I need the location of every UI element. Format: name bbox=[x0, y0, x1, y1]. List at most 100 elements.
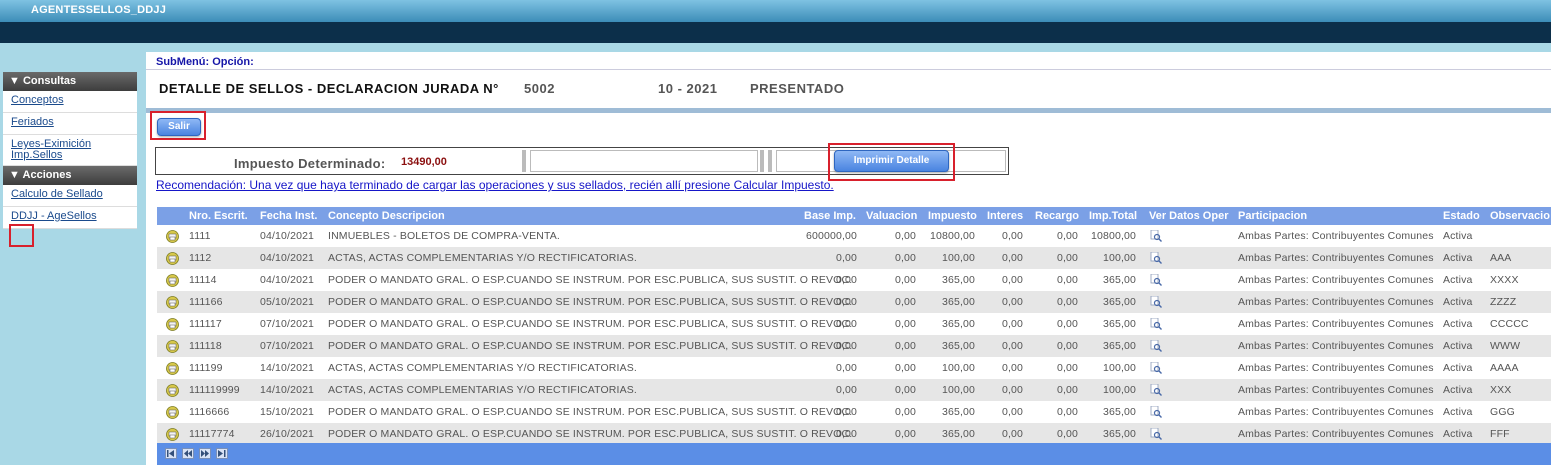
row-select-icon[interactable] bbox=[166, 362, 179, 375]
cell-interes: 0,00 bbox=[1001, 230, 1023, 242]
cell-valuacion: 0,00 bbox=[894, 296, 916, 308]
sidebar-link-leyes[interactable]: Leyes-Eximición Imp.Sellos bbox=[11, 139, 101, 161]
cell-impuesto: 365,00 bbox=[941, 318, 975, 330]
row-select-icon[interactable] bbox=[166, 230, 179, 243]
sidebar-link-conceptos[interactable]: Conceptos bbox=[11, 95, 137, 106]
cell-impuesto: 365,00 bbox=[941, 406, 975, 418]
table-row[interactable]: 111166 05/10/2021 PODER O MANDATO GRAL. O … bbox=[157, 291, 1551, 313]
splitter-handle[interactable] bbox=[522, 150, 526, 172]
impuesto-field-2[interactable] bbox=[530, 150, 758, 172]
cell-obs: AAAA bbox=[1490, 362, 1519, 374]
cell-base: 600000,00 bbox=[806, 230, 857, 242]
col-ver-datos[interactable]: Ver Datos Oper bbox=[1149, 210, 1228, 222]
row-select-icon[interactable] bbox=[166, 296, 179, 309]
cell-estado: Activa bbox=[1443, 274, 1473, 286]
sidebar-item-feriados[interactable]: Feriados bbox=[3, 113, 137, 135]
view-details-icon[interactable] bbox=[1150, 229, 1162, 245]
row-select-icon[interactable] bbox=[166, 384, 179, 397]
cell-total: 365,00 bbox=[1102, 318, 1136, 330]
cell-interes: 0,00 bbox=[1001, 428, 1023, 440]
view-details-icon[interactable] bbox=[1150, 273, 1162, 289]
cell-total: 365,00 bbox=[1102, 296, 1136, 308]
cell-interes: 0,00 bbox=[1001, 274, 1023, 286]
table-row[interactable]: 11117774 26/10/2021 PODER O MANDATO GRAL. … bbox=[157, 423, 1551, 445]
cell-recargo: 0,00 bbox=[1056, 274, 1078, 286]
table-row[interactable]: 1112 04/10/2021 ACTAS, ACTAS COMPLEMENTARI… bbox=[157, 247, 1551, 269]
view-details-icon[interactable] bbox=[1150, 317, 1162, 333]
cell-recargo: 0,00 bbox=[1056, 230, 1078, 242]
splitter-handle[interactable] bbox=[768, 150, 772, 172]
cell-interes: 0,00 bbox=[1001, 296, 1023, 308]
col-imp-total[interactable]: Imp.Total bbox=[1089, 210, 1137, 222]
col-base-imp[interactable]: Base Imp. bbox=[804, 210, 856, 222]
sidebar-link-ddjj-agesellos[interactable]: DDJJ - AgeSellos bbox=[11, 211, 137, 222]
cell-valuacion: 0,00 bbox=[894, 428, 916, 440]
view-details-icon[interactable] bbox=[1150, 361, 1162, 377]
sidebar-item-leyes[interactable]: Leyes-Eximición Imp.Sellos bbox=[3, 135, 137, 166]
col-estado[interactable]: Estado bbox=[1443, 210, 1480, 222]
row-select-icon[interactable] bbox=[166, 406, 179, 419]
table-row[interactable]: 111117 07/10/2021 PODER O MANDATO GRAL. O … bbox=[157, 313, 1551, 335]
next-page-icon[interactable] bbox=[199, 448, 211, 459]
cell-valuacion: 0,00 bbox=[894, 318, 916, 330]
imprimir-detalle-button[interactable]: Imprimir Detalle bbox=[834, 150, 949, 172]
sidebar-link-calculo-sellado[interactable]: Calculo de Sellado bbox=[11, 189, 137, 200]
selected-row-highlight bbox=[9, 224, 34, 247]
row-select-icon[interactable] bbox=[166, 252, 179, 265]
cell-valuacion: 0,00 bbox=[894, 340, 916, 352]
cell-interes: 0,00 bbox=[1001, 318, 1023, 330]
sidebar-header-consultas[interactable]: ▼ Consultas bbox=[3, 72, 137, 91]
col-nro-escrit[interactable]: Nro. Escrit. bbox=[189, 210, 248, 222]
cell-recargo: 0,00 bbox=[1056, 252, 1078, 264]
col-observacion[interactable]: Observacio bbox=[1490, 210, 1550, 222]
col-concepto[interactable]: Concepto Descripcion bbox=[328, 210, 445, 222]
table-row[interactable]: 111119999 14/10/2021 ACTAS, ACTAS COMPLEME… bbox=[157, 379, 1551, 401]
cell-estado: Activa bbox=[1443, 252, 1473, 264]
row-select-icon[interactable] bbox=[166, 274, 179, 287]
cell-total: 365,00 bbox=[1102, 340, 1136, 352]
cell-concepto: PODER O MANDATO GRAL. O ESP.CUANDO SE IN… bbox=[328, 340, 853, 352]
row-select-icon[interactable] bbox=[166, 428, 179, 441]
sidebar-header-acciones[interactable]: ▼ Acciones bbox=[3, 166, 137, 185]
col-participacion[interactable]: Participacion bbox=[1238, 210, 1307, 222]
cell-base: 0,00 bbox=[835, 274, 857, 286]
view-details-icon[interactable] bbox=[1150, 405, 1162, 421]
splitter-handle[interactable] bbox=[760, 150, 764, 172]
table-row[interactable]: 1111 04/10/2021 INMUEBLES - BOLETOS DE COM… bbox=[157, 225, 1551, 247]
cell-impuesto: 100,00 bbox=[941, 384, 975, 396]
cell-obs: AAA bbox=[1490, 252, 1512, 264]
sidebar-link-feriados[interactable]: Feriados bbox=[11, 117, 137, 128]
view-details-icon[interactable] bbox=[1150, 295, 1162, 311]
last-page-icon[interactable] bbox=[216, 448, 228, 459]
cell-recargo: 0,00 bbox=[1056, 318, 1078, 330]
view-details-icon[interactable] bbox=[1150, 427, 1162, 443]
sidebar-item-conceptos[interactable]: Conceptos bbox=[3, 91, 137, 113]
table-row[interactable]: 111199 14/10/2021 ACTAS, ACTAS COMPLEMENTA… bbox=[157, 357, 1551, 379]
row-select-icon[interactable] bbox=[166, 340, 179, 353]
salir-button[interactable]: Salir bbox=[157, 118, 201, 136]
table-row[interactable]: 111118 07/10/2021 PODER O MANDATO GRAL. O … bbox=[157, 335, 1551, 357]
cell-nro: 111119999 bbox=[189, 384, 240, 396]
col-impuesto[interactable]: Impuesto bbox=[928, 210, 977, 222]
table-row[interactable]: 1116666 15/10/2021 PODER O MANDATO GRAL. O… bbox=[157, 401, 1551, 423]
col-interes[interactable]: Interes bbox=[987, 210, 1023, 222]
sidebar-item-calculo-sellado[interactable]: Calculo de Sellado bbox=[3, 185, 137, 207]
cell-recargo: 0,00 bbox=[1056, 340, 1078, 352]
table-row[interactable]: 11114 04/10/2021 PODER O MANDATO GRAL. O E… bbox=[157, 269, 1551, 291]
cell-participacion: Ambas Partes: Contribuyentes Comunes bbox=[1238, 230, 1434, 242]
row-select-icon[interactable] bbox=[166, 318, 179, 331]
cell-impuesto: 100,00 bbox=[941, 252, 975, 264]
cell-total: 100,00 bbox=[1102, 362, 1136, 374]
col-fecha-inst[interactable]: Fecha Inst. bbox=[260, 210, 317, 222]
view-details-icon[interactable] bbox=[1150, 383, 1162, 399]
first-page-icon[interactable] bbox=[165, 448, 177, 459]
col-valuacion[interactable]: Valuacion bbox=[866, 210, 917, 222]
view-details-icon[interactable] bbox=[1150, 339, 1162, 355]
cell-interes: 0,00 bbox=[1001, 384, 1023, 396]
prev-page-icon[interactable] bbox=[182, 448, 194, 459]
col-recargo[interactable]: Recargo bbox=[1035, 210, 1079, 222]
view-details-icon[interactable] bbox=[1150, 251, 1162, 267]
cell-total: 100,00 bbox=[1102, 252, 1136, 264]
declaration-period: 10 - 2021 bbox=[658, 81, 718, 96]
recommendation-link[interactable]: Recomendación: Una vez que haya terminad… bbox=[156, 178, 834, 192]
